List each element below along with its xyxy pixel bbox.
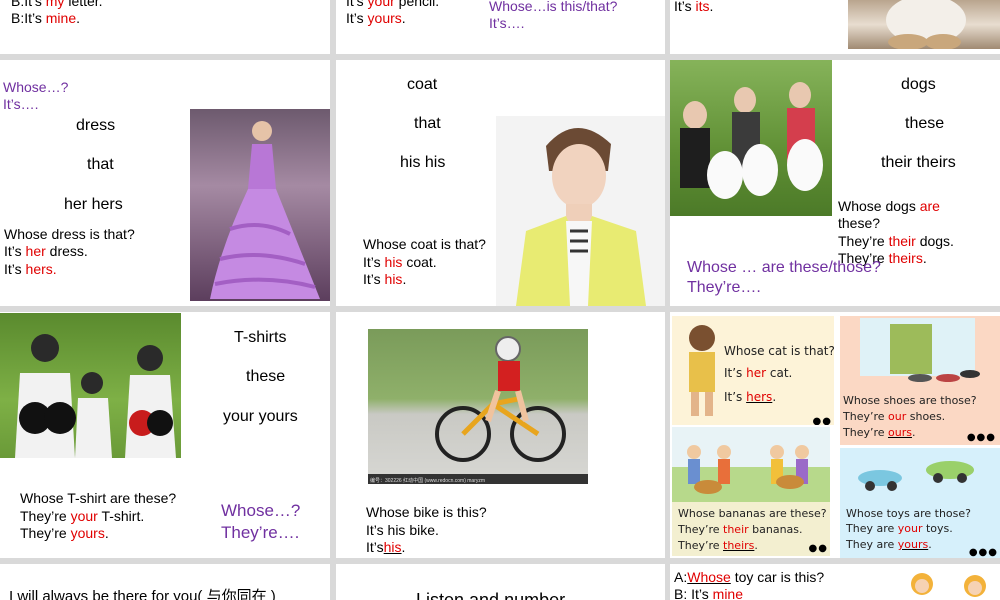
cat-photo [848,0,1000,49]
girl-cartoon [900,566,1000,600]
word-these: these [905,115,945,132]
bananas-line-2: They’re their bananas. [678,523,803,536]
cartoon-cat-panel: Whose cat is that? It’s her cat. It’s he… [672,316,834,425]
slide-3-line: It’s its. [674,0,714,14]
dots-icon: ●● [808,543,828,554]
slide-7-line-3: They’re yours. [20,525,109,541]
slide-8-line-2: It’s his bike. [366,522,439,538]
photo-caption: 编号：302226 红动中国 (www.redocn.com) maryzm [370,478,486,484]
word-these: these [246,368,286,385]
slide-7[interactable]: T-shirts these your yours Whose T-shirt … [0,312,330,558]
slide-5[interactable]: coat that his his Whose coat is that? It… [336,60,665,306]
slide-10-text: I will always be there for you( 与你同在 ) [9,588,276,600]
bananas-line-1: Whose bananas are these? [678,507,827,520]
slide-4-line-2: It’s her dress. [4,243,88,259]
slide-2-question: Whose…is this/that? [489,0,618,14]
dots-icon: ●● [812,416,832,425]
slide-4[interactable]: Whose…? It’s…. dress that her hers Whose… [0,60,330,306]
slide-4-answer: It’s…. [3,96,39,112]
slide-4-line-3: It’s hers. [4,261,57,277]
slide-2[interactable]: It’s your pencil. It’s yours. Whose…is t… [336,0,665,54]
shoes-line-3: They’re ours. [843,426,916,439]
slide-7-line-1: Whose T-shirt are these? [20,490,177,506]
family-photo [0,313,181,458]
slide-5-line-1: Whose coat is that? [363,236,486,252]
slide-2-answer: It’s…. [489,15,525,31]
toys-line-2: They are your toys. [846,522,953,535]
slide-1[interactable]: B:It’s my letter. B:It’s mine. [0,0,330,54]
slide-1-line-2: B:It’s mine. [11,10,81,26]
slide-12[interactable]: A:Whose toy car is this? B: It’s mine [670,564,1000,600]
slide-10[interactable]: I will always be there for you( 与你同在 ) [0,564,330,600]
toys-line-3: They are yours. [846,538,932,551]
slide-11[interactable]: Listen and number [336,564,665,600]
word-that: that [87,156,114,173]
slide-2-line-2: It’s yours. [346,10,406,26]
dots-icon: ●●● [966,432,996,443]
word-t-shirts: T-shirts [234,329,287,346]
boy-yellow-coat-photo [496,116,665,306]
dots-icon: ●●● [968,547,998,558]
cartoon-shoes-panel: Whose shoes are those? They’re our shoes… [840,316,1000,445]
slide-6-line-2: these? [838,215,881,231]
slide-5-line-2: It’s his coat. [363,254,437,270]
shoes-line-2: They’re our shoes. [843,410,946,423]
cartoon-toys-panel: Whose toys are those? They are your toys… [840,448,1000,558]
slide-3[interactable]: It’s its. [670,0,1000,54]
slide-11-title: Listen and number [416,590,566,600]
word-her-hers: her hers [64,196,123,213]
word-his-his: his his [400,154,446,171]
cat-line-1: Whose cat is that? [724,344,834,358]
slide-2-line-1: It’s your pencil. [346,0,440,9]
bananas-line-3: They’re theirs. [678,539,758,552]
slide-8[interactable]: 编号：302226 红动中国 (www.redocn.com) maryzm W… [336,312,665,558]
cat-line-3: It’s hers. [724,390,777,404]
slide-1-line-1: B:It’s my letter. [11,0,103,9]
slide-7-answer: They’re…. [221,523,300,542]
shoes-line-1: Whose shoes are those? [843,394,977,407]
slide-4-question: Whose…? [3,79,69,95]
dress-photo [190,109,330,301]
slide-12-line-2: B: It’s mine [674,586,744,600]
word-dress: dress [76,117,116,134]
word-that: that [414,115,441,132]
boy-bike-photo: 编号：302226 红动中国 (www.redocn.com) maryzm [368,329,588,484]
slide-6-line-1: Whose dogs are [838,198,940,214]
slide-6-line-3: They’re their dogs. [838,233,954,249]
word-coat: coat [407,76,438,93]
toys-line-1: Whose toys are those? [846,507,971,520]
slide-7-question: Whose…? [221,501,301,520]
cat-line-2: It’s her cat. [724,366,793,380]
slide-7-line-2: They’re your T-shirt. [20,508,145,524]
slide-8-line-3: It’shis. [366,539,406,555]
word-their-theirs: their theirs [881,154,956,171]
slide-4-line-1: Whose dress is that? [4,226,135,242]
slide-6-answer: They’re…. [687,279,761,296]
slide-5-line-3: It’s his. [363,271,407,287]
word-your-yours: your yours [223,408,298,425]
word-dogs: dogs [901,76,936,93]
slide-9[interactable]: Whose cat is that? It’s her cat. It’s he… [670,312,1000,558]
slide-6-question: Whose … are these/those? [687,259,881,276]
slide-8-line-1: Whose bike is this? [366,504,487,520]
dogs-photo [670,60,832,216]
slide-12-line-1: A:Whose toy car is this? [674,569,825,585]
slide-6[interactable]: dogs these their theirs Whose dogs are t… [670,60,1000,306]
cartoon-bananas-panel: Whose bananas are these? They’re their b… [672,427,830,556]
